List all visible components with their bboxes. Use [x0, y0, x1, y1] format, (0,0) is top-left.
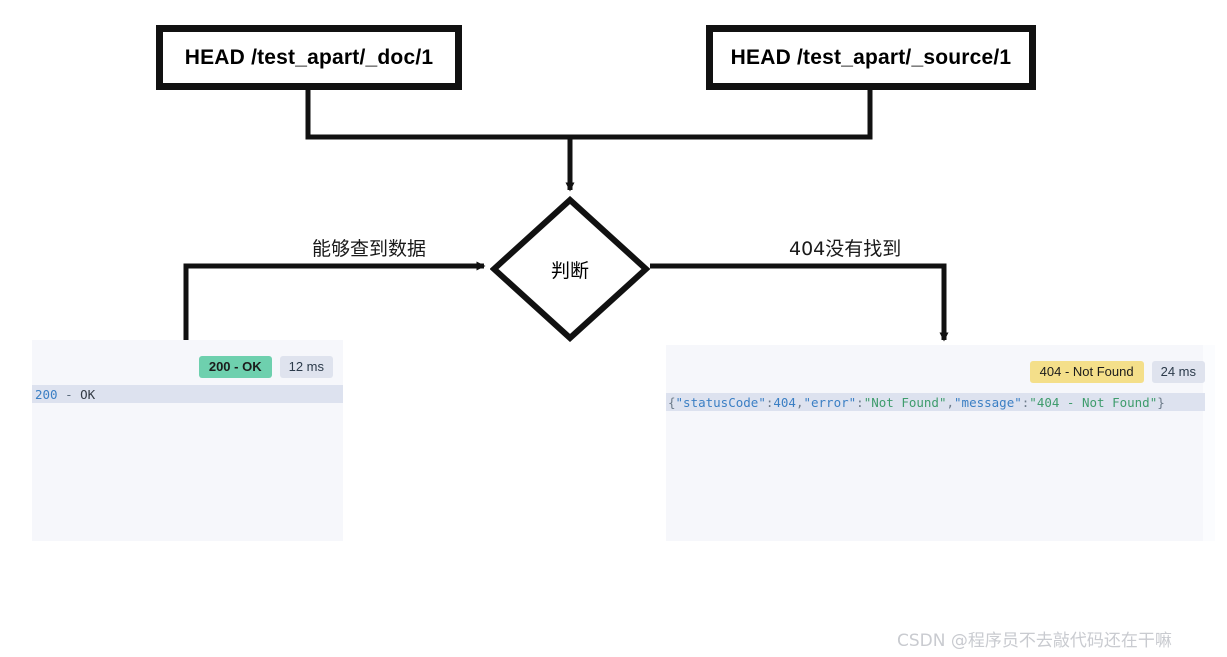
edge-label-found-data: 能够查到数据: [312, 238, 427, 260]
response-ok-badges: 200 - OK 12 ms: [198, 356, 333, 378]
time-badge-24ms: 24 ms: [1151, 361, 1205, 383]
response-notfound-badges: 404 - Not Found 24 ms: [1029, 361, 1205, 383]
token-value-statuscode: 404: [773, 394, 796, 410]
token-key-statuscode: "statusCode": [675, 394, 766, 410]
token-status-code: 200: [35, 386, 58, 402]
token-comma-1: ,: [795, 394, 804, 410]
response-ok-body-line[interactable]: 200 - OK: [32, 385, 343, 403]
node-head-doc-label: HEAD /test_apart/_doc/1: [184, 45, 434, 69]
connector-right-branch: [650, 263, 949, 342]
token-colon-1: :: [765, 394, 774, 410]
token-status-text: OK: [80, 386, 96, 402]
connector-left-branch: [183, 261, 486, 345]
token-comma-2: ,: [946, 394, 955, 410]
token-value-message: "404 - Not Found": [1029, 394, 1158, 410]
flowchart-canvas: HEAD /test_apart/_doc/1 HEAD /test_apart…: [0, 0, 1227, 657]
node-decision-label: 判断: [550, 259, 589, 282]
token-key-message: "message": [954, 394, 1022, 410]
time-badge-12ms: 12 ms: [279, 356, 333, 378]
token-colon-3: :: [1021, 394, 1030, 410]
node-head-doc[interactable]: HEAD /test_apart/_doc/1: [156, 25, 462, 90]
response-panel-ok: 200 - OK 12 ms 200 - OK: [32, 340, 343, 541]
token-value-error: "Not Found": [863, 394, 947, 410]
status-badge-404: 404 - Not Found: [1029, 361, 1144, 383]
response-panel-not-found: 404 - Not Found 24 ms {"statusCode":404,…: [666, 345, 1215, 541]
token-dash: -: [57, 386, 81, 402]
node-head-source-label: HEAD /test_apart/_source/1: [730, 45, 1012, 69]
connector-top-merge: [305, 90, 873, 192]
response-notfound-body-line[interactable]: {"statusCode":404, "error": "Not Found", "m…: [666, 393, 1205, 411]
token-close-brace: }: [1157, 394, 1165, 410]
node-decision[interactable]: 判断: [489, 195, 651, 343]
edge-label-not-found: 404没有找到: [789, 238, 902, 260]
token-key-error: "error": [803, 394, 857, 410]
token-open-brace: {: [668, 394, 676, 410]
watermark-text: CSDN @程序员不去敲代码还在干嘛: [897, 631, 1172, 651]
token-colon-2: :: [856, 394, 864, 410]
node-head-source[interactable]: HEAD /test_apart/_source/1: [706, 25, 1036, 90]
status-badge-200: 200 - OK: [198, 356, 272, 378]
